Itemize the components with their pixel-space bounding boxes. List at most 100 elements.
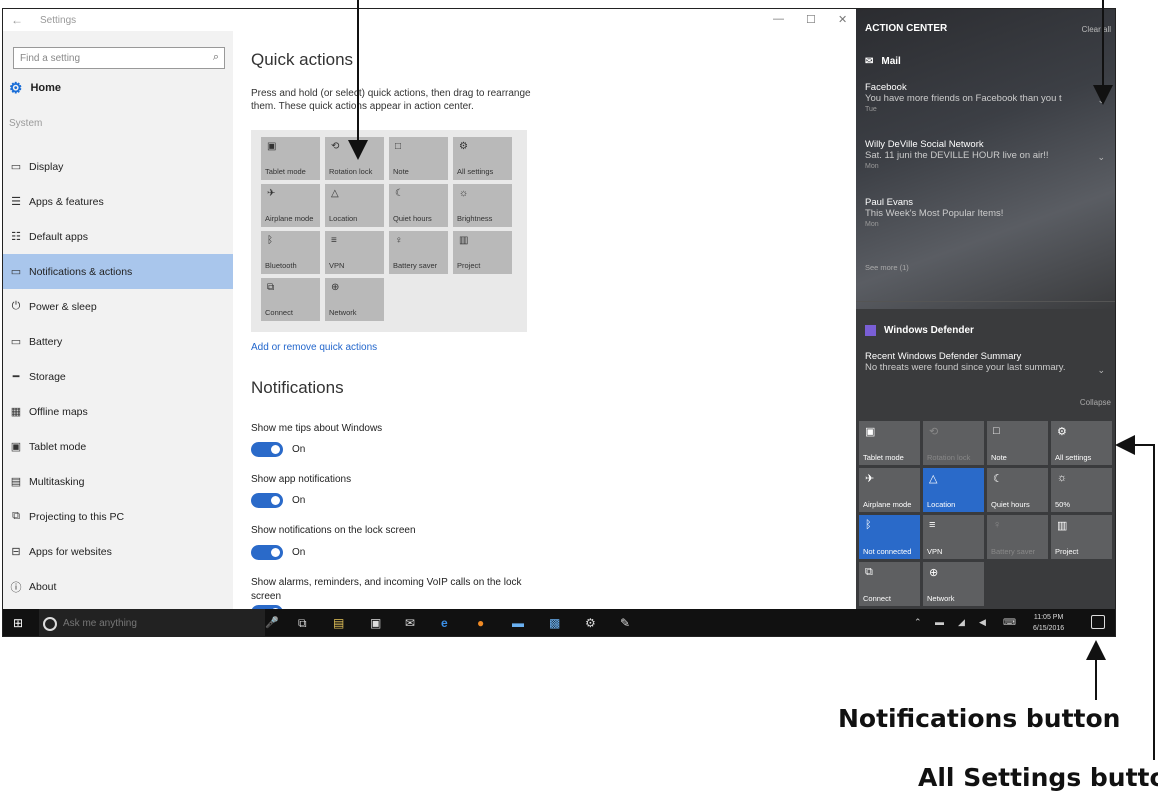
keyboard-tray-icon[interactable]: ⌨ bbox=[1003, 617, 1016, 628]
qa-label: 50% bbox=[1055, 500, 1071, 509]
sidebar-item-storage[interactable]: ━ Storage bbox=[3, 359, 233, 394]
ac-note-button[interactable]: □ Note bbox=[987, 421, 1048, 465]
qa-tile-connect[interactable]: ⧉ Connect bbox=[261, 278, 320, 321]
windows-start-icon[interactable]: ⊞ bbox=[13, 616, 23, 630]
qa-tile-airplane-mode[interactable]: ✈ Airplane mode bbox=[261, 184, 320, 227]
battery-tray-icon[interactable]: ▬ bbox=[935, 617, 944, 627]
sidebar-item-label: Offline maps bbox=[29, 405, 88, 418]
file-explorer-icon[interactable]: ▤ bbox=[333, 616, 344, 630]
settings-window: ← Settings — ☐ ✕ Find a setting ⌕ ⚙ Home… bbox=[3, 9, 856, 620]
ac-bluetooth-button[interactable]: ᛒ Not connected bbox=[859, 515, 920, 559]
sidebar-item-battery[interactable]: ▭ Battery bbox=[3, 324, 233, 359]
ac-connect-button[interactable]: ⧉ Connect bbox=[859, 562, 920, 606]
mail-group-header[interactable]: ✉ Mail bbox=[865, 56, 901, 67]
store-icon[interactable]: ▣ bbox=[370, 616, 381, 630]
cortana-search-box[interactable]: Ask me anything bbox=[39, 609, 265, 636]
chevron-up-icon[interactable]: ⌃ bbox=[914, 617, 922, 628]
paint-icon[interactable]: ✎ bbox=[620, 616, 630, 630]
notification-paul-evans[interactable]: Paul Evans This Week's Most Popular Item… bbox=[865, 197, 1113, 228]
qa-label: Battery saver bbox=[991, 547, 1036, 556]
ac-brightness-button[interactable]: ☼ 50% bbox=[1051, 468, 1112, 512]
tips-toggle[interactable] bbox=[251, 442, 283, 457]
back-button[interactable]: ← bbox=[11, 13, 23, 27]
search-input[interactable]: Find a setting ⌕ bbox=[13, 47, 225, 69]
mail-icon[interactable]: ✉ bbox=[405, 616, 415, 630]
edge-browser-icon[interactable]: e bbox=[441, 616, 448, 630]
ac-quiet-hours-button[interactable]: ☾ Quiet hours bbox=[987, 468, 1048, 512]
ac-project-button[interactable]: ▥ Project bbox=[1051, 515, 1112, 559]
firefox-icon[interactable]: ● bbox=[477, 616, 484, 630]
defender-group-header[interactable]: Windows Defender bbox=[865, 325, 974, 336]
chevron-down-icon[interactable]: ⌄ bbox=[1097, 152, 1105, 163]
qa-tile-all-settings[interactable]: ⚙ All settings bbox=[453, 137, 512, 180]
defender-taskbar-icon[interactable]: ▩ bbox=[549, 616, 560, 630]
qa-label: Tablet mode bbox=[863, 453, 904, 462]
ac-airplane-mode-button[interactable]: ✈ Airplane mode bbox=[859, 468, 920, 512]
chevron-down-icon[interactable]: ⌄ bbox=[1097, 95, 1105, 106]
clock-time: 11:05 PM bbox=[1033, 614, 1064, 621]
see-more-link[interactable]: See more (1) bbox=[865, 263, 909, 272]
sidebar-item-tablet-mode[interactable]: ▣ Tablet mode bbox=[3, 429, 233, 464]
sidebar-item-label: Multitasking bbox=[29, 475, 85, 488]
settings-taskbar-icon[interactable]: ⚙ bbox=[585, 616, 596, 630]
qa-tile-vpn[interactable]: ≡ VPN bbox=[325, 231, 384, 274]
qa-tile-note[interactable]: □ Note bbox=[389, 137, 448, 180]
qa-tile-bluetooth[interactable]: ᛒ Bluetooth bbox=[261, 231, 320, 274]
notification-willy-deville[interactable]: Willy DeVille Social Network Sat. 11 jun… bbox=[865, 139, 1113, 170]
close-button[interactable]: ✕ bbox=[838, 13, 847, 26]
qa-tile-brightness[interactable]: ☼ Brightness bbox=[453, 184, 512, 227]
taskbar-clock[interactable]: 11:05 PM 6/15/2016 bbox=[1033, 612, 1064, 634]
ac-battery-saver-button[interactable]: ♀ Battery saver bbox=[987, 515, 1048, 559]
qa-tile-location[interactable]: △ Location bbox=[325, 184, 384, 227]
notification-facebook[interactable]: Facebook You have more friends on Facebo… bbox=[865, 82, 1113, 113]
qa-tile-network[interactable]: ⊕ Network bbox=[325, 278, 384, 321]
ac-network-button[interactable]: ⊕ Network bbox=[923, 562, 984, 606]
tips-toggle-state: On bbox=[292, 444, 306, 455]
app-notifications-toggle[interactable] bbox=[251, 493, 283, 508]
tablet-icon: ▣ bbox=[865, 426, 876, 438]
app-icon[interactable]: ▬ bbox=[512, 616, 524, 630]
search-icon[interactable]: ⌕ bbox=[213, 51, 219, 64]
ac-rotation-lock-button[interactable]: ⟲ Rotation lock bbox=[923, 421, 984, 465]
collapse-link[interactable]: Collapse bbox=[1080, 398, 1111, 407]
sidebar-item-label: Battery bbox=[29, 335, 63, 348]
sidebar-item-label: Projecting to this PC bbox=[29, 510, 125, 523]
qa-tile-tablet-mode[interactable]: ▣ Tablet mode bbox=[261, 137, 320, 180]
sidebar-item-default-apps[interactable]: ☷ Default apps bbox=[3, 219, 233, 254]
notifications-button[interactable] bbox=[1091, 615, 1105, 629]
ac-vpn-button[interactable]: ≡ VPN bbox=[923, 515, 984, 559]
notification-defender-summary[interactable]: Recent Windows Defender Summary No threa… bbox=[865, 351, 1113, 376]
qa-tile-battery-saver[interactable]: ♀ Battery saver bbox=[389, 231, 448, 274]
cortana-placeholder: Ask me anything bbox=[63, 618, 137, 629]
lock-screen-toggle[interactable] bbox=[251, 545, 283, 560]
sidebar-item-about[interactable]: ⓘ About bbox=[3, 569, 233, 604]
display-icon: ▭ bbox=[10, 161, 22, 173]
wifi-tray-icon[interactable]: ◢ bbox=[958, 617, 965, 628]
sidebar-item-display[interactable]: ▭ Display bbox=[3, 149, 233, 184]
maximize-button[interactable]: ☐ bbox=[806, 13, 816, 26]
sidebar-item-apps-features[interactable]: ☰ Apps & features bbox=[3, 184, 233, 219]
sidebar-item-offline-maps[interactable]: ▦ Offline maps bbox=[3, 394, 233, 429]
sidebar-item-apps-websites[interactable]: ⊟ Apps for websites bbox=[3, 534, 233, 569]
task-view-icon[interactable]: ⧉ bbox=[298, 616, 307, 631]
ac-tablet-mode-button[interactable]: ▣ Tablet mode bbox=[859, 421, 920, 465]
qa-tile-project[interactable]: ▥ Project bbox=[453, 231, 512, 274]
note-icon: □ bbox=[395, 141, 402, 152]
clear-all-link[interactable]: Clear all bbox=[1082, 25, 1111, 34]
bluetooth-icon: ᛒ bbox=[267, 235, 273, 246]
volume-tray-icon[interactable]: ◀ bbox=[979, 617, 986, 628]
sidebar-item-projecting[interactable]: ⧉ Projecting to this PC bbox=[3, 499, 233, 534]
qa-tile-rotation-lock[interactable]: ⟲ Rotation lock bbox=[325, 137, 384, 180]
home-link[interactable]: ⚙ Home bbox=[9, 79, 61, 97]
all-settings-button-caption: All Settings button bbox=[918, 763, 1158, 792]
chevron-down-icon[interactable]: ⌄ bbox=[1097, 365, 1105, 376]
qa-tile-quiet-hours[interactable]: ☾ Quiet hours bbox=[389, 184, 448, 227]
sidebar-item-multitasking[interactable]: ▤ Multitasking bbox=[3, 464, 233, 499]
add-remove-quick-actions-link[interactable]: Add or remove quick actions bbox=[251, 342, 377, 353]
sidebar-item-power-sleep[interactable]: ⏻ Power & sleep bbox=[3, 289, 233, 324]
ac-all-settings-button[interactable]: ⚙ All settings bbox=[1051, 421, 1112, 465]
sidebar-item-notifications[interactable]: ▭ Notifications & actions bbox=[3, 254, 233, 289]
ac-location-button[interactable]: △ Location bbox=[923, 468, 984, 512]
minimize-button[interactable]: — bbox=[773, 13, 784, 25]
microphone-icon[interactable]: 🎤 bbox=[265, 616, 279, 629]
